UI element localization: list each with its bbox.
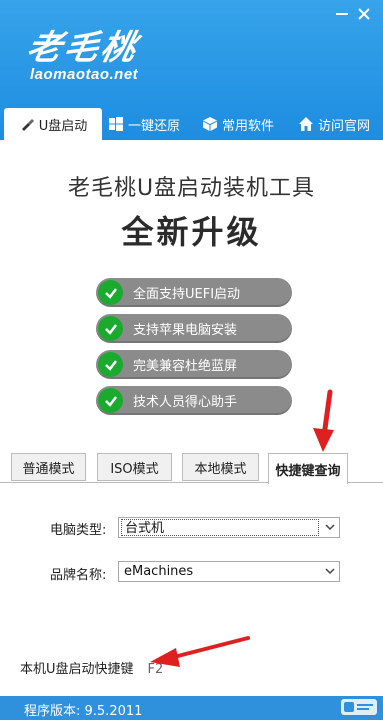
tab-hotkey-query[interactable]: 快捷键查询 bbox=[268, 453, 348, 484]
nav-label: 一键还原 bbox=[128, 118, 181, 134]
windows-icon bbox=[109, 117, 123, 131]
usb-icon bbox=[21, 119, 34, 131]
arrow-to-hotkey-value bbox=[150, 636, 250, 667]
computer-type-select[interactable]: 台式机 bbox=[118, 517, 340, 538]
nav-tab-software[interactable]: 常用软件 bbox=[202, 108, 286, 140]
logo-url: laomaotao.net bbox=[30, 66, 139, 83]
watermark-logo bbox=[341, 699, 377, 715]
computer-type-label: 电脑类型: bbox=[50, 523, 107, 538]
check-icon bbox=[98, 280, 123, 305]
nav-tab-restore[interactable]: 一键还原 bbox=[108, 108, 188, 140]
mode-tabs: 普通模式 ISO模式 本地模式 快捷键查询 bbox=[0, 453, 383, 484]
feature-item: 技术人员得心助手 bbox=[96, 386, 292, 415]
tab-normal-mode[interactable]: 普通模式 bbox=[11, 453, 86, 481]
nav-label: U盘启动 bbox=[38, 118, 88, 134]
tab-iso-mode[interactable]: ISO模式 bbox=[97, 453, 172, 481]
check-icon bbox=[98, 388, 123, 413]
close-icon[interactable] bbox=[356, 6, 372, 22]
feature-label: 完美兼容杜绝蓝屏 bbox=[133, 359, 238, 374]
status-bar: 程序版本: 9.5.2011 bbox=[0, 696, 383, 720]
feature-item: 支持苹果电脑安装 bbox=[96, 314, 292, 343]
tab-local-mode[interactable]: 本地模式 bbox=[182, 453, 259, 481]
box-icon bbox=[203, 117, 217, 131]
nav-label: 访问官网 bbox=[318, 118, 371, 134]
version-text: 程序版本: 9.5.2011 bbox=[24, 704, 143, 719]
nav-tab-usb-boot[interactable]: U盘启动 bbox=[4, 108, 102, 140]
computer-type-value: 台式机 bbox=[121, 519, 319, 536]
check-icon bbox=[98, 316, 123, 341]
minimize-icon[interactable] bbox=[334, 6, 350, 22]
logo-text: 老毛桃 bbox=[23, 28, 143, 68]
brand-value: eMachines bbox=[124, 564, 194, 579]
arrow-to-hotkey-tab bbox=[313, 389, 334, 452]
page-subtitle: 全新升级 bbox=[121, 213, 262, 251]
feature-label: 全面支持UEFI启动 bbox=[133, 287, 241, 302]
logo: 老毛桃 laomaotao.net bbox=[23, 18, 174, 88]
hotkey-value: F2 bbox=[147, 662, 164, 677]
home-icon bbox=[299, 117, 313, 131]
app-header: 老毛桃 laomaotao.net U盘启动 一键还原 常用软件 访问官网 bbox=[0, 0, 383, 140]
feature-list: 全面支持UEFI启动 支持苹果电脑安装 完美兼容杜绝蓝屏 技术人员得心助手 bbox=[96, 278, 292, 422]
nav-label: 常用软件 bbox=[222, 118, 275, 134]
brand-select[interactable]: eMachines bbox=[118, 561, 340, 582]
brand-label: 品牌名称: bbox=[50, 568, 107, 583]
page-title: 老毛桃U盘启动装机工具 bbox=[67, 176, 316, 201]
hotkey-label: 本机U盘启动快捷键 bbox=[20, 662, 134, 677]
hotkey-result: 本机U盘启动快捷键 F2 bbox=[20, 658, 163, 677]
feature-item: 完美兼容杜绝蓝屏 bbox=[96, 350, 292, 379]
feature-label: 支持苹果电脑安装 bbox=[133, 323, 238, 338]
check-icon bbox=[98, 352, 123, 377]
main-nav: U盘启动 一键还原 常用软件 访问官网 bbox=[0, 108, 383, 140]
feature-item: 全面支持UEFI启动 bbox=[96, 278, 292, 307]
nav-tab-website[interactable]: 访问官网 bbox=[298, 108, 382, 140]
chevron-down-icon bbox=[325, 568, 335, 575]
feature-label: 技术人员得心助手 bbox=[133, 395, 238, 410]
chevron-down-icon bbox=[325, 524, 335, 531]
